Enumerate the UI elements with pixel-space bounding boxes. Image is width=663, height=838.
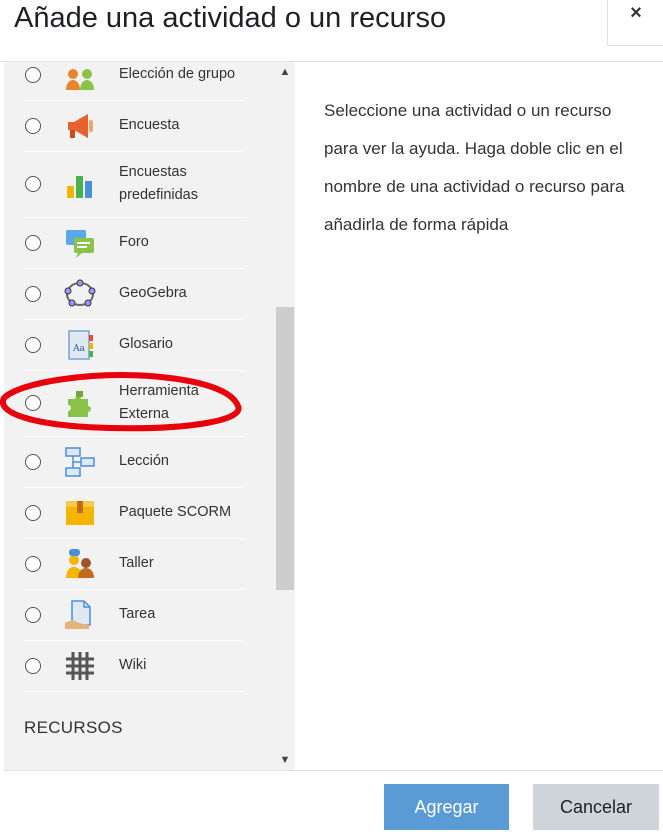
add-button[interactable]: Agregar bbox=[384, 784, 509, 830]
resources-section-title: RECURSOS bbox=[24, 718, 123, 737]
activity-label: Wiki bbox=[119, 657, 147, 673]
radio-group-choice[interactable] bbox=[25, 67, 41, 83]
glossary-icon: Aa bbox=[64, 329, 96, 361]
list-item[interactable]: Encuesta bbox=[24, 101, 244, 152]
list-item[interactable]: Encuestas predefinidas bbox=[24, 152, 244, 218]
activity-label: Paquete SCORM bbox=[119, 504, 232, 520]
group-choice-icon bbox=[64, 62, 96, 94]
radio-wiki[interactable] bbox=[25, 658, 41, 674]
radio-lesson[interactable] bbox=[25, 454, 41, 470]
list-item[interactable]: Paquete SCORM bbox=[24, 488, 244, 539]
activity-label: Elección de grupo bbox=[119, 66, 236, 82]
radio-assignment[interactable] bbox=[25, 607, 41, 623]
list-item[interactable]: Elección de grupo bbox=[24, 62, 244, 101]
puzzle-icon bbox=[64, 387, 96, 419]
list-item[interactable]: Herramienta Externa bbox=[24, 371, 244, 437]
scroll-up-arrow-icon[interactable]: ▲ bbox=[275, 64, 295, 80]
activity-label: Encuestas predefinidas bbox=[119, 164, 198, 203]
add-activity-dialog: Añade una actividad o un recurso × Elecc… bbox=[0, 0, 663, 838]
workshop-icon bbox=[64, 548, 96, 580]
activity-label: Foro bbox=[119, 234, 149, 250]
assignment-icon bbox=[64, 599, 96, 631]
activity-label: Tarea bbox=[119, 606, 156, 622]
lesson-icon bbox=[64, 446, 96, 478]
activity-label: Glosario bbox=[119, 336, 173, 352]
activity-chooser-list[interactable]: Elección de grupo Encuesta Encuestas pre… bbox=[4, 62, 295, 771]
radio-workshop[interactable] bbox=[25, 556, 41, 572]
activity-label: Encuesta bbox=[119, 117, 180, 133]
activity-label: Taller bbox=[119, 555, 154, 571]
radio-glossary[interactable] bbox=[25, 337, 41, 353]
list-scrollbar[interactable]: ▲ ▼ bbox=[275, 62, 295, 771]
help-text: Seleccione una actividad o un recurso pa… bbox=[324, 101, 625, 234]
radio-predefined-surveys[interactable] bbox=[25, 176, 41, 192]
close-button[interactable]: × bbox=[607, 0, 663, 46]
list-item[interactable]: Foro bbox=[24, 218, 244, 269]
scroll-thumb[interactable] bbox=[276, 307, 294, 590]
list-item[interactable]: Lección bbox=[24, 437, 244, 488]
list-item[interactable]: Wiki bbox=[24, 641, 244, 692]
cancel-button[interactable]: Cancelar bbox=[533, 784, 659, 830]
wiki-icon bbox=[64, 650, 96, 682]
dialog-footer: Agregar Cancelar bbox=[4, 770, 663, 838]
list-item[interactable]: GeoGebra bbox=[24, 269, 244, 320]
activity-label: Herramienta Externa bbox=[119, 383, 199, 422]
activity-label: Lección bbox=[119, 453, 169, 469]
activity-label: GeoGebra bbox=[119, 285, 187, 301]
dialog-title: Añade una actividad o un recurso bbox=[14, 2, 447, 34]
radio-forum[interactable] bbox=[25, 235, 41, 251]
svg-text:Aa: Aa bbox=[72, 344, 85, 354]
geogebra-icon bbox=[64, 278, 96, 310]
list-item[interactable]: Tarea bbox=[24, 590, 244, 641]
forum-icon bbox=[64, 227, 96, 259]
close-icon: × bbox=[630, 2, 642, 24]
bar-chart-icon bbox=[64, 168, 96, 200]
list-item[interactable]: Aa Glosario bbox=[24, 320, 244, 371]
radio-geogebra[interactable] bbox=[25, 286, 41, 302]
radio-external-tool[interactable] bbox=[25, 395, 41, 411]
list-item[interactable]: Taller bbox=[24, 539, 244, 590]
scroll-down-arrow-icon[interactable]: ▼ bbox=[275, 752, 295, 768]
radio-survey[interactable] bbox=[25, 118, 41, 134]
dialog-header: Añade una actividad o un recurso × bbox=[0, 0, 663, 62]
radio-scorm[interactable] bbox=[25, 505, 41, 521]
scorm-package-icon bbox=[64, 497, 96, 529]
megaphone-icon bbox=[64, 110, 96, 142]
